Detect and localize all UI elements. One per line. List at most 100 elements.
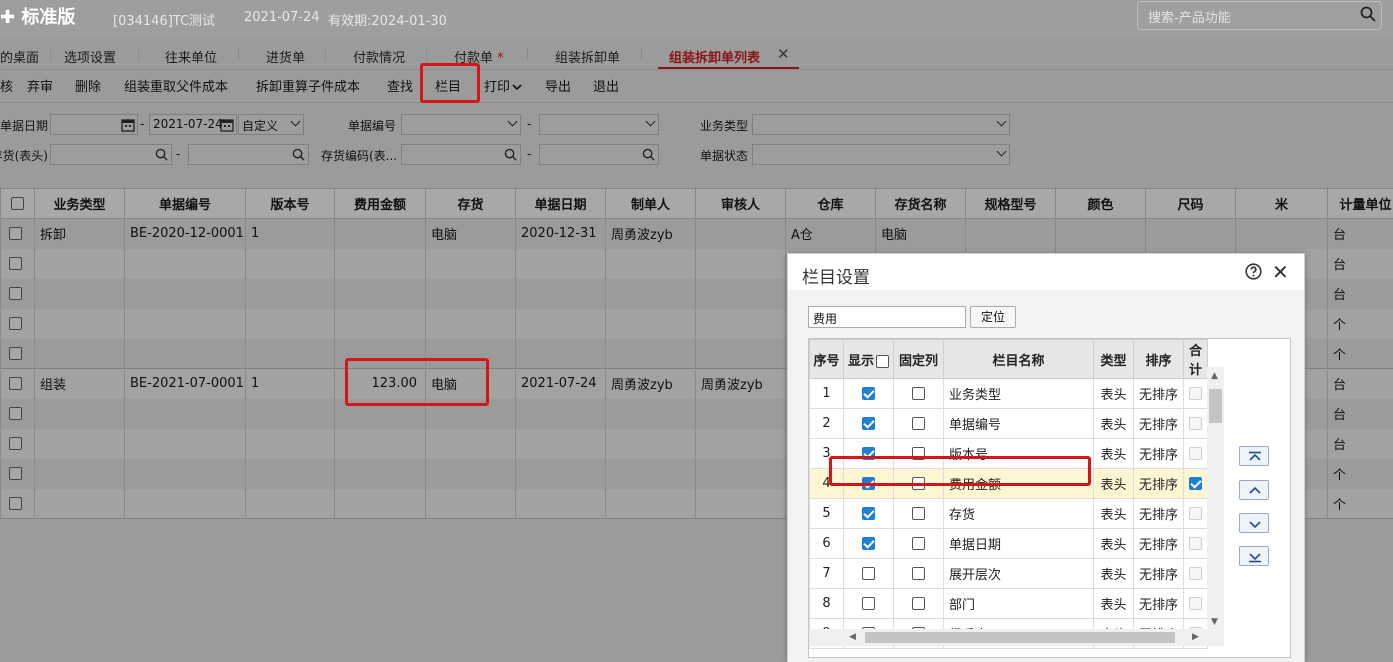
row-checkbox[interactable] [9, 346, 22, 360]
column-setting-row[interactable]: 2 单据编号 表头 无排序 [809, 408, 1208, 439]
find-button[interactable]: 查找 [387, 76, 413, 95]
move-top-button[interactable] [1239, 446, 1269, 466]
col-header[interactable]: 规格型号 [965, 188, 1056, 219]
locate-button[interactable]: 定位 [970, 306, 1016, 328]
search-icon[interactable] [1360, 6, 1376, 22]
column-sort[interactable]: 无排序 [1133, 498, 1184, 529]
fixed-column-checkbox[interactable] [912, 507, 925, 520]
close-icon[interactable]: ✕ [1272, 262, 1289, 282]
col-header[interactable]: 单据编号 [124, 188, 246, 219]
stock-code-to-input[interactable] [539, 144, 659, 165]
calendar-icon[interactable] [121, 118, 135, 132]
col-header[interactable]: 米 [1235, 188, 1328, 219]
fixed-column-checkbox[interactable] [912, 387, 925, 400]
show-all-checkbox[interactable] [876, 354, 889, 368]
col-header[interactable]: 业务类型 [34, 188, 125, 219]
biz-type-select[interactable] [752, 114, 1010, 135]
tab-options[interactable]: 选项设置 [64, 47, 116, 66]
stock-header-from-input[interactable] [50, 144, 172, 165]
fixed-column-checkbox[interactable] [912, 417, 925, 430]
fixed-column-checkbox[interactable] [912, 597, 925, 610]
magnifier-icon[interactable] [292, 148, 305, 161]
row-checkbox[interactable] [9, 317, 22, 330]
row-checkbox[interactable] [9, 437, 22, 450]
column-sort[interactable]: 无排序 [1133, 558, 1184, 589]
scrollbar-thumb[interactable] [1209, 389, 1222, 423]
help-icon[interactable] [1245, 263, 1262, 280]
column-name[interactable]: 业务类型 [943, 378, 1094, 409]
show-checkbox[interactable] [862, 597, 875, 610]
column-setting-row[interactable]: 5 存货 表头 无排序 [809, 498, 1208, 529]
calendar-icon[interactable] [220, 118, 234, 132]
column-sort[interactable]: 无排序 [1133, 378, 1184, 409]
row-checkbox[interactable] [9, 287, 22, 300]
date-range-select[interactable]: 自定义 [238, 114, 304, 135]
tab-assembly[interactable]: 组装拆卸单 [555, 47, 620, 66]
abandon-audit-button[interactable]: 弃审 [27, 76, 53, 95]
scrollbar-thumb[interactable] [865, 632, 1175, 643]
sum-checkbox[interactable] [1189, 477, 1202, 490]
delete-button[interactable]: 删除 [75, 76, 101, 95]
recalc-child-cost-button[interactable]: 拆卸重算子件成本 [256, 76, 360, 95]
col-header[interactable]: 颜色 [1055, 188, 1146, 219]
column-sort[interactable]: 无排序 [1133, 408, 1184, 439]
col-header[interactable]: 尺码 [1145, 188, 1236, 219]
recalc-parent-cost-button[interactable]: 组装重取父件成本 [124, 76, 228, 95]
fixed-column-checkbox[interactable] [912, 537, 925, 550]
col-header[interactable]: 存货名称 [875, 188, 966, 219]
magnifier-icon[interactable] [155, 148, 168, 161]
column-name[interactable]: 单据日期 [943, 528, 1094, 559]
column-sort[interactable]: 无排序 [1133, 528, 1184, 559]
show-checkbox[interactable] [862, 537, 875, 550]
magnifier-icon[interactable] [504, 148, 517, 161]
table-row[interactable]: 拆卸 BE-2020-12-0001 1 电脑 2020-12-31 周勇波zyb A仓 电脑… [0, 218, 1393, 249]
column-sort[interactable]: 无排序 [1133, 468, 1184, 499]
feature-search-input[interactable]: 搜索-产品功能 [1137, 1, 1382, 30]
scroll-down-icon[interactable]: ▼ [1211, 617, 1218, 627]
column-setting-row[interactable]: 6 单据日期 表头 无排序 [809, 528, 1208, 559]
column-name[interactable]: 展开层次 [943, 558, 1094, 589]
column-filter-input[interactable]: 费用 [808, 306, 966, 328]
tab-payment-status[interactable]: 付款情况 [353, 47, 405, 66]
bill-no-to-select[interactable] [539, 114, 659, 135]
col-header[interactable]: 版本号 [245, 188, 335, 219]
move-bottom-button[interactable] [1239, 546, 1269, 566]
exit-button[interactable]: 退出 [593, 76, 619, 95]
column-setting-row[interactable]: 1 业务类型 表头 无排序 [809, 378, 1208, 409]
magnifier-icon[interactable] [642, 148, 655, 161]
column-sort[interactable]: 无排序 [1133, 438, 1184, 469]
column-name[interactable]: 存货 [943, 498, 1094, 529]
date-from-input[interactable] [50, 114, 138, 135]
tab-desktop[interactable]: 的桌面 [0, 47, 39, 66]
col-header[interactable]: 单据日期 [515, 188, 606, 219]
column-setting-row[interactable]: 8 部门 表头 无排序 [809, 588, 1208, 619]
bill-status-select[interactable] [752, 144, 1010, 165]
stock-code-from-input[interactable] [401, 144, 521, 165]
row-checkbox[interactable] [9, 257, 22, 270]
date-to-input[interactable]: 2021-07-24 [149, 114, 237, 135]
show-checkbox[interactable] [862, 567, 875, 580]
column-name[interactable]: 单据编号 [943, 408, 1094, 439]
audit-button[interactable]: 核 [0, 76, 13, 95]
row-checkbox[interactable] [9, 227, 22, 241]
row-checkbox[interactable] [9, 407, 22, 420]
show-checkbox[interactable] [862, 417, 875, 430]
tab-close-icon[interactable]: ✕ [777, 45, 790, 63]
select-all-checkbox[interactable] [11, 197, 24, 210]
col-header[interactable]: 制单人 [605, 188, 696, 219]
col-header[interactable]: 计量单位 [1327, 188, 1393, 219]
col-header[interactable]: 存货 [425, 188, 516, 219]
tab-assembly-list[interactable]: 组装拆卸单列表 [669, 47, 760, 66]
column-name[interactable]: 部门 [943, 588, 1094, 619]
export-button[interactable]: 导出 [545, 76, 571, 95]
column-setting-row[interactable]: 7 展开层次 表头 无排序 [809, 558, 1208, 589]
print-button[interactable]: 打印 [484, 76, 522, 95]
fixed-column-checkbox[interactable] [912, 567, 925, 580]
scroll-right-icon[interactable]: ▶ [1192, 632, 1199, 642]
col-header[interactable]: 仓库 [785, 188, 876, 219]
show-checkbox[interactable] [862, 507, 875, 520]
move-up-button[interactable] [1239, 480, 1269, 500]
col-header[interactable]: 费用金额 [334, 188, 426, 219]
stock-header-to-input[interactable] [188, 144, 309, 165]
row-checkbox[interactable] [9, 467, 22, 480]
